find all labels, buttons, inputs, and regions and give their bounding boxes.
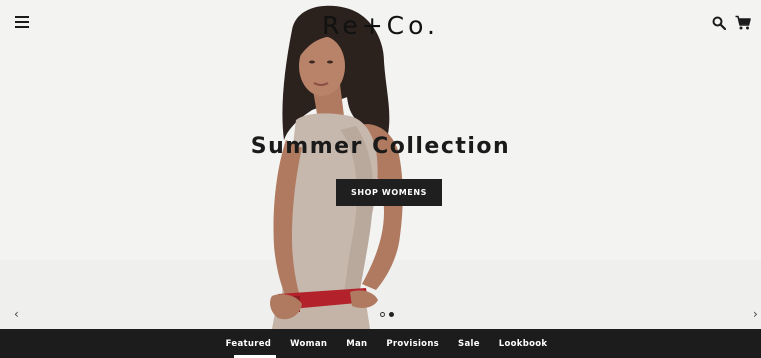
main-navigation: Featured Woman Man Provisions Sale Lookb…	[0, 329, 761, 358]
brand-logo[interactable]: Re+Co.	[0, 12, 761, 40]
chevron-left-icon[interactable]: ‹	[14, 307, 19, 321]
nav-item-provisions[interactable]: Provisions	[386, 337, 439, 351]
nav-items: Featured Woman Man Provisions Sale Lookb…	[0, 329, 761, 358]
page: Re+Co. Summer Collection SHOP WOMENS ‹ ›…	[0, 0, 761, 358]
top-bar: Re+Co.	[0, 0, 761, 48]
slide-dot-2[interactable]	[389, 312, 394, 317]
nav-item-woman[interactable]: Woman	[290, 337, 327, 351]
search-icon[interactable]	[712, 16, 726, 30]
shopping-cart-icon[interactable]	[735, 15, 751, 30]
chevron-right-icon[interactable]: ›	[753, 307, 758, 321]
nav-item-lookbook[interactable]: Lookbook	[499, 337, 548, 351]
nav-item-man[interactable]: Man	[346, 337, 367, 351]
hero-model-image	[0, 0, 761, 329]
nav-item-sale[interactable]: Sale	[458, 337, 480, 351]
slider-pagination	[380, 312, 398, 320]
hero-banner: Re+Co. Summer Collection SHOP WOMENS ‹ ›	[0, 0, 761, 329]
shop-womens-button[interactable]: SHOP WOMENS	[336, 179, 442, 206]
hero-title: Summer Collection	[250, 134, 511, 159]
slide-dot-1[interactable]	[380, 312, 385, 317]
nav-item-featured[interactable]: Featured	[226, 337, 272, 351]
